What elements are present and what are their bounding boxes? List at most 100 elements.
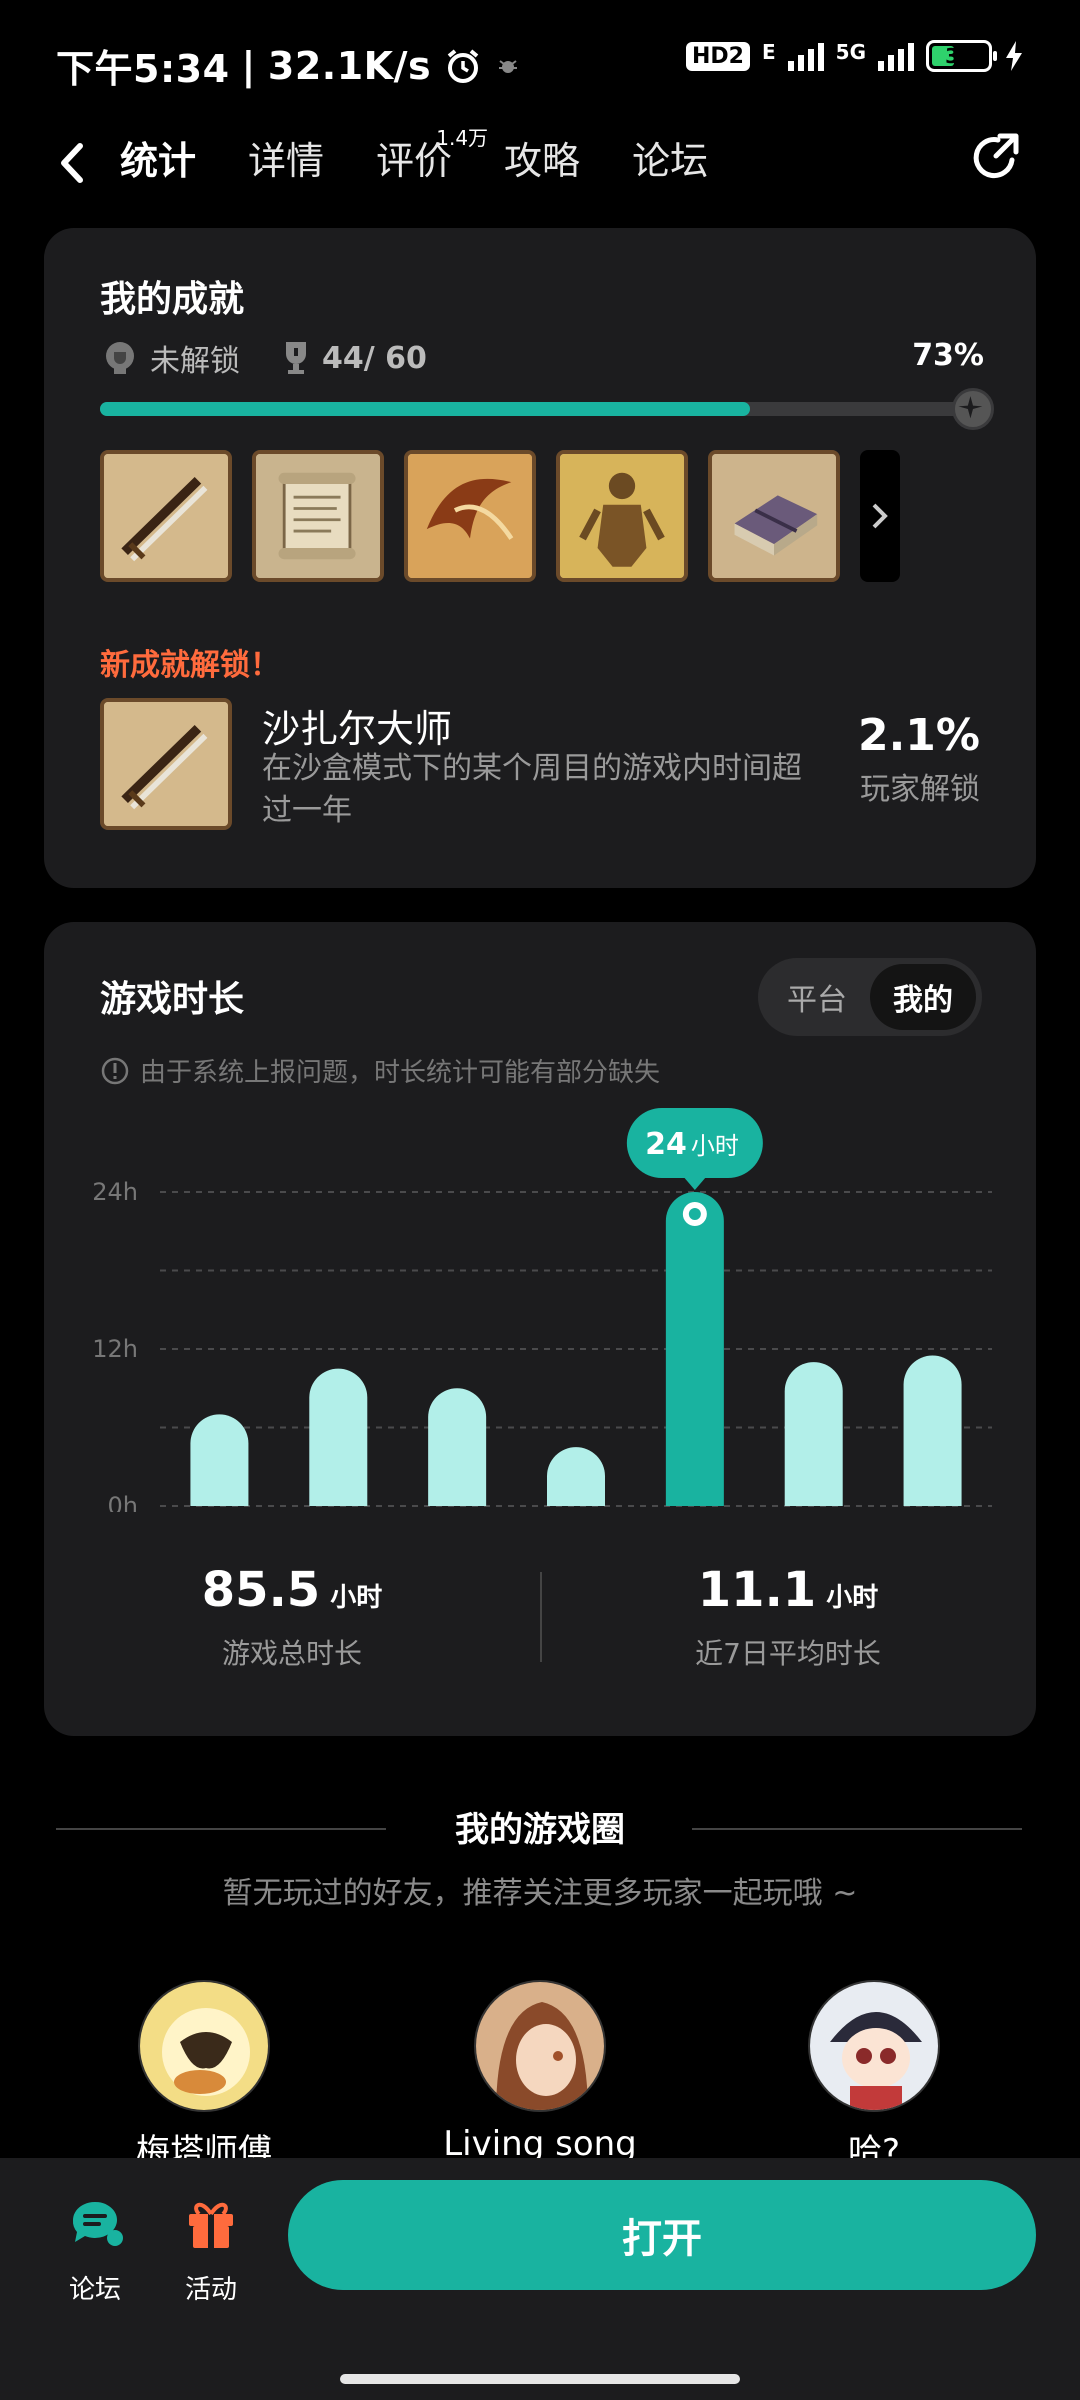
- status-left: 下午5:34 | 32.1K/s: [56, 38, 521, 93]
- y-tick-label: 12h: [92, 1335, 138, 1363]
- status-right: HD2 E 5G 36: [686, 40, 1024, 72]
- charging-icon: [1006, 41, 1022, 71]
- battery-level: 36: [945, 44, 973, 68]
- latest-achievement[interactable]: 沙扎尔大师 在沙盒模式下的某个周目的游戏内时间超过一年 2.1% 玩家解锁: [100, 698, 980, 830]
- avg-time-value-row: 11.1 小时: [540, 1562, 1036, 1618]
- gift-icon: [189, 2202, 233, 2248]
- status-bar: 下午5:34 | 32.1K/s HD2 E 5G 36: [0, 0, 1080, 120]
- divider-right: [692, 1828, 1022, 1830]
- friend-card[interactable]: Living song: [443, 1980, 637, 2164]
- bar: [903, 1355, 962, 1506]
- forum-button[interactable]: 论坛: [50, 2192, 140, 2306]
- open-button[interactable]: 打开: [288, 2180, 1036, 2290]
- achievement-rarity: 2.1%: [857, 710, 980, 761]
- tab-forum[interactable]: 论坛: [632, 130, 708, 195]
- tab-details[interactable]: 详情: [248, 130, 324, 195]
- y-tick-label: 24h: [92, 1178, 138, 1206]
- trophy-locked-icon: [106, 342, 134, 374]
- status-separator: |: [241, 43, 256, 88]
- avatar[interactable]: [808, 1980, 940, 2112]
- achievement-icons: [100, 450, 900, 582]
- phoenix-icon[interactable]: [404, 450, 536, 582]
- tab-label: 详情: [248, 139, 325, 183]
- seg-platform[interactable]: 平台: [764, 964, 870, 1030]
- achievement-count-text: 44/ 60: [322, 340, 427, 376]
- avatar[interactable]: [138, 1980, 270, 2112]
- more-achievements-button[interactable]: [860, 450, 900, 582]
- game-circle-subtitle: 暂无玩过的好友，推荐关注更多玩家一起玩哦 ~: [222, 1876, 858, 1911]
- book-icon[interactable]: [708, 450, 840, 582]
- segment-control: 平台 我的: [758, 958, 982, 1036]
- friend-card[interactable]: 哈?: [804, 1980, 944, 2173]
- share-icon[interactable]: [968, 130, 1024, 186]
- activity-label: 活动: [184, 2275, 237, 2305]
- warrior-icon[interactable]: [556, 450, 688, 582]
- achievement-rarity-label: 玩家解锁: [860, 772, 980, 807]
- bar: [784, 1362, 843, 1506]
- locked-label: 未解锁: [150, 344, 240, 379]
- avg-time-unit: 小时: [826, 1583, 879, 1613]
- progress-end-icon: [952, 388, 994, 430]
- total-time-unit: 小时: [330, 1583, 383, 1613]
- tooltip-unit: 小时: [691, 1132, 739, 1160]
- tab-label: 论坛: [632, 139, 709, 183]
- scroll-icon[interactable]: [252, 450, 384, 582]
- bar: [547, 1447, 605, 1506]
- total-time-value-row: 85.5 小时: [44, 1562, 540, 1618]
- signal-icon: [787, 41, 824, 71]
- review-count-badge: 1.4万: [436, 126, 489, 150]
- achievement-progress: [100, 388, 994, 430]
- total-time-label: 游戏总时长: [221, 1637, 362, 1670]
- highlight-dot-inner: [688, 1208, 701, 1220]
- hd-badge: HD2: [686, 41, 750, 71]
- achievements-meta: 未解锁 44/ 60: [100, 336, 427, 380]
- sword-icon[interactable]: [100, 450, 232, 582]
- total-time-value: 85.5: [201, 1562, 321, 1618]
- achievements-card[interactable]: 我的成就 未解锁 44/ 60 73% 新成就解锁！ 沙扎尔大师 在沙盒模式下的…: [44, 228, 1036, 888]
- tab-label: 统计: [120, 139, 197, 183]
- game-time-title: 游戏时长: [100, 979, 245, 1020]
- achievement-percent: 73%: [912, 338, 984, 373]
- tab-label: 攻略: [504, 139, 581, 183]
- seg-mine[interactable]: 我的: [870, 964, 976, 1030]
- home-indicator[interactable]: [340, 2374, 740, 2384]
- achievement-count: 44/ 60: [280, 340, 427, 376]
- bar: [665, 1192, 724, 1506]
- chevron-right-icon: [872, 503, 888, 529]
- alarm-icon: [447, 48, 479, 83]
- back-icon[interactable]: [50, 138, 100, 188]
- achievements-title: 我的成就: [100, 279, 245, 320]
- avg-time-value: 11.1: [697, 1562, 817, 1618]
- chat-icon: [72, 2201, 123, 2246]
- signal-5g-icon: [878, 41, 914, 71]
- total-time-stat: 85.5 小时 游戏总时长: [44, 1562, 540, 1672]
- tooltip-value: 24: [645, 1127, 687, 1162]
- battery-icon: 36: [926, 40, 997, 72]
- activity-button[interactable]: 活动: [166, 2192, 256, 2306]
- top-nav: 统计 详情 评价 1.4万 攻略 论坛: [0, 120, 1080, 210]
- tab-reviews[interactable]: 评价 1.4万: [376, 126, 488, 195]
- new-unlock-label: 新成就解锁！: [100, 648, 280, 683]
- achievement-name: 沙扎尔大师: [262, 707, 453, 751]
- sword-icon: [100, 698, 232, 830]
- achievement-desc: 在沙盒模式下的某个周目的游戏内时间超过一年: [262, 751, 802, 828]
- tab-bar: 统计 详情 评价 1.4万 攻略 论坛: [120, 126, 708, 195]
- bar: [190, 1414, 249, 1506]
- tab-stats[interactable]: 统计: [120, 130, 197, 195]
- bug-icon: [499, 59, 518, 73]
- bar: [309, 1368, 368, 1506]
- info-icon: [101, 1057, 129, 1084]
- net-5g-label: 5G: [835, 40, 866, 64]
- avg-time-stat: 11.1 小时 近7日平均时长: [540, 1562, 1036, 1672]
- forum-label: 论坛: [68, 2275, 121, 2305]
- stats-row: 85.5 小时 游戏总时长 11.1 小时 近7日平均时长: [44, 1562, 1036, 1702]
- game-time-card: 游戏时长 平台 我的 由于系统上报问题，时长统计可能有部分缺失 0h 12h 24h…: [44, 922, 1036, 1736]
- achievement-progress-fill: [100, 402, 750, 416]
- avg-time-label: 近7日平均时长: [695, 1637, 881, 1670]
- net-e-label: E: [761, 40, 776, 64]
- friend-card[interactable]: 梅塔师傅: [134, 1980, 274, 2173]
- status-speed: 32.1K/s: [267, 43, 432, 88]
- game-circle-title: 我的游戏圈: [455, 1810, 625, 1850]
- avatar[interactable]: [474, 1980, 606, 2112]
- tab-guides[interactable]: 攻略: [504, 130, 580, 195]
